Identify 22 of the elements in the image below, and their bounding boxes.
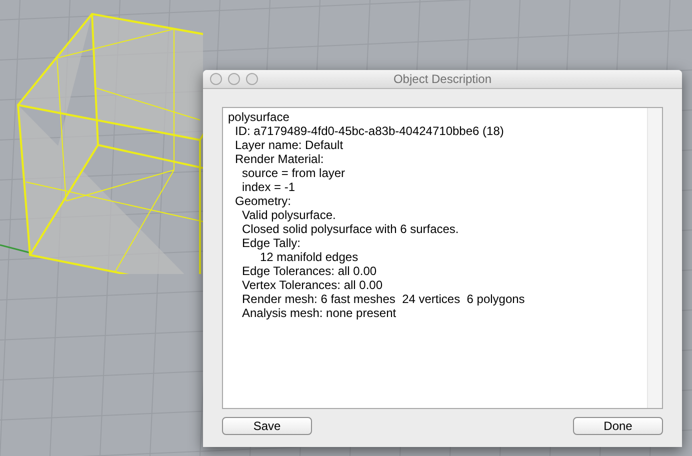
- description-line: Edge Tally:: [242, 236, 300, 250]
- description-line: index = -1: [242, 180, 296, 194]
- description-line: Edge Tolerances: all 0.00: [242, 264, 377, 278]
- description-line: polysurface: [228, 110, 290, 124]
- description-line: Layer name: Default: [235, 138, 344, 152]
- description-line: Analysis mesh: none present: [242, 306, 396, 320]
- description-line: ID: a7179489-4fd0-45bc-a83b-40424710bbe6 (18): [235, 124, 504, 138]
- description-line: Render Material:: [235, 152, 324, 166]
- save-button[interactable]: Save: [222, 417, 312, 435]
- description-line: Render mesh: 6 fast meshes 24 vertices 6 polygons: [242, 292, 525, 306]
- axis-line: [0, 243, 32, 255]
- description-line: 12 manifold edges: [260, 250, 358, 264]
- description-line: Vertex Tolerances: all 0.00: [242, 278, 383, 292]
- description-line: Geometry:: [235, 194, 292, 208]
- minimize-icon[interactable]: [228, 73, 240, 85]
- close-icon[interactable]: [210, 73, 222, 85]
- description-line: Closed solid polysurface with 6 surfaces.: [242, 222, 459, 236]
- description-line: Valid polysurface.: [242, 208, 336, 222]
- window-title: Object Description: [393, 71, 492, 88]
- zoom-icon[interactable]: [246, 73, 258, 85]
- description-line: source = from layer: [242, 166, 346, 180]
- done-button[interactable]: Done: [573, 417, 663, 435]
